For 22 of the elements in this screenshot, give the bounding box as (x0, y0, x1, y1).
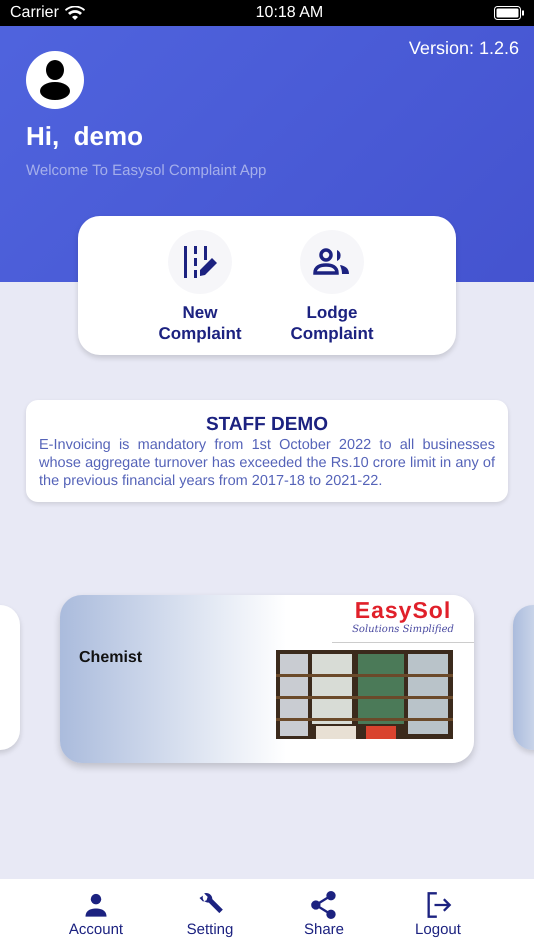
nav-button[interactable]: Logout (398, 879, 478, 950)
time-label: 10:18 AM (256, 4, 324, 22)
welcome-subtitle: Welcome To Easysol Complaint App (26, 162, 268, 179)
brand-logo: EasySol (354, 597, 452, 624)
nav-button[interactable]: Share (284, 879, 364, 950)
battery-icon (494, 6, 524, 20)
edit-icon (182, 246, 218, 278)
greeting-title: Hi, demo (26, 121, 144, 152)
share-icon (310, 891, 338, 919)
wifi-icon (64, 6, 85, 20)
complaint-button[interactable]: Lodge Complaint (284, 216, 380, 355)
nav-button[interactable]: Account (56, 879, 136, 950)
notice-text: E-Invoicing is mandatory from 1st October 2022 to all businesses whose aggregate turnover has exceeded the Rs.10 crore limit in any of the previous financial years from 2017-18 to 2021-22. (39, 436, 495, 490)
banner-title: Chemist (79, 649, 142, 667)
brand-tagline: Solutions Simplified (352, 624, 454, 635)
users-icon (313, 248, 351, 276)
notice-title: STAFF DEMO (204, 414, 330, 436)
banner-card[interactable]: Chemist EasySol Solutions Simplified (60, 595, 474, 763)
version-label: Version: 1.2.6 (408, 38, 519, 59)
complaint-button[interactable]: New Complaint (152, 216, 248, 355)
carrier-label: Carrier (10, 4, 59, 22)
nav-button[interactable]: Setting (170, 879, 250, 950)
